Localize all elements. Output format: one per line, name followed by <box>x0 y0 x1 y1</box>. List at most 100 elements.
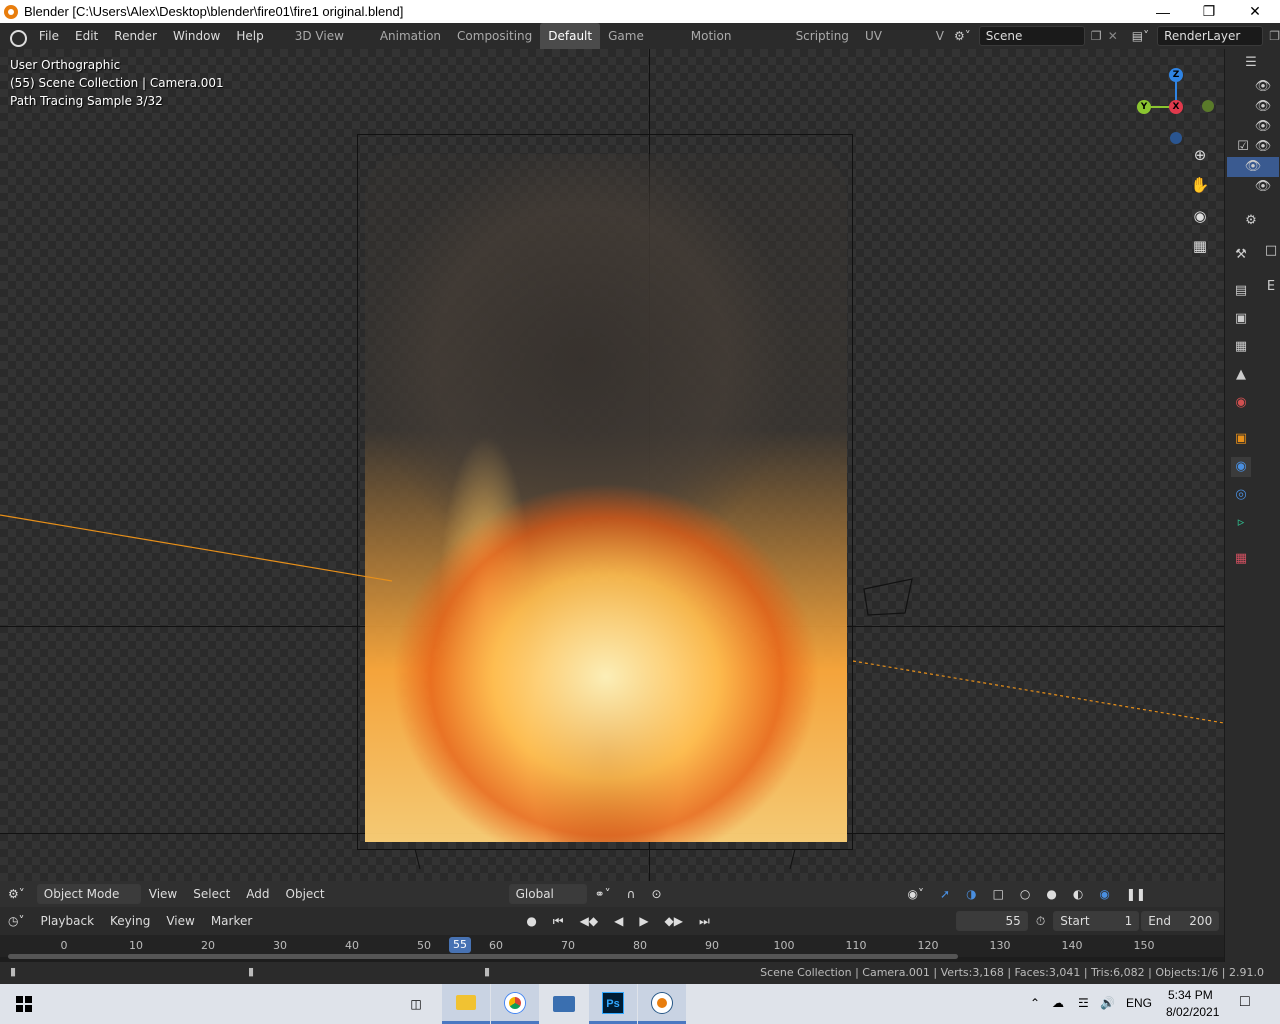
photoshop-icon[interactable]: Ps <box>589 984 637 1024</box>
view-menu[interactable]: View <box>141 887 185 901</box>
render-layer-icon[interactable]: ▤˅ <box>1132 29 1149 43</box>
scene-icon[interactable]: ⚙˅ <box>954 29 971 43</box>
panel-tab-e[interactable]: E <box>1261 277 1280 297</box>
tab-animation[interactable]: Animation <box>372 23 449 49</box>
gizmo-toggle-icon[interactable]: ➚ <box>932 887 958 901</box>
task-view-icon[interactable]: ◫ <box>392 984 440 1024</box>
object-properties-icon[interactable]: ▣ <box>1231 429 1251 449</box>
gizmo-y-icon[interactable]: Y <box>1137 100 1151 114</box>
tab-uv-editing[interactable]: UV Editing <box>857 23 932 69</box>
new-scene-icon[interactable]: ❐ <box>1091 29 1102 43</box>
menu-file[interactable]: File <box>31 23 67 49</box>
onedrive-icon[interactable]: ☁ <box>1052 996 1064 1010</box>
object-menu[interactable]: Object <box>278 887 333 901</box>
tab-3d-view-full[interactable]: 3D View Full <box>287 23 372 69</box>
tab-motion-tracking[interactable]: Motion Tracking <box>683 23 788 69</box>
overlay-toggle-icon[interactable]: ◑ <box>958 887 984 901</box>
modifier-properties-icon[interactable]: ◉ <box>1231 457 1251 477</box>
windows-start-icon[interactable] <box>0 984 48 1024</box>
restore-button[interactable]: ❐ <box>1186 0 1232 23</box>
blender-taskbar-icon[interactable] <box>638 984 686 1024</box>
gizmo-neg-z-icon[interactable] <box>1170 132 1182 144</box>
shading-solid-icon[interactable]: ● <box>1038 887 1064 901</box>
end-frame-field[interactable]: End 200 <box>1141 911 1220 931</box>
shading-material-icon[interactable]: ◐ <box>1065 887 1091 901</box>
close-button[interactable]: ✕ <box>1232 0 1278 23</box>
output-properties-icon[interactable]: ▣ <box>1231 309 1251 329</box>
scene-field[interactable]: Scene <box>978 26 1085 46</box>
snap-icon[interactable]: ∩ <box>619 887 644 901</box>
tray-expand-icon[interactable]: ⌃ <box>1030 996 1040 1010</box>
eye-icon[interactable]: 👁 <box>1253 137 1273 157</box>
notifications-icon[interactable]: □ <box>1240 993 1250 1011</box>
menu-render[interactable]: Render <box>106 23 165 49</box>
menu-window[interactable]: Window <box>165 23 228 49</box>
app-icon[interactable] <box>540 984 588 1024</box>
outliner-editor-icon[interactable]: ☰ <box>1241 53 1261 73</box>
constraints-properties-icon[interactable]: ▹ <box>1231 513 1251 533</box>
gizmo-neg-x-icon[interactable] <box>1202 100 1214 112</box>
proportional-edit-icon[interactable]: ⊙ <box>643 887 669 901</box>
3d-viewport[interactable]: User Orthographic (55) Scene Collection … <box>0 49 1224 881</box>
eye-icon[interactable]: 👁 <box>1253 117 1273 137</box>
wifi-icon[interactable]: ☲ <box>1078 996 1089 1010</box>
shading-rendered-icon[interactable]: ◉ <box>1091 887 1117 901</box>
current-frame-field[interactable]: 55 <box>955 911 1028 931</box>
stopwatch-icon[interactable]: ⏱ <box>1028 914 1053 929</box>
tab-compositing[interactable]: Compositing <box>449 23 540 49</box>
remove-scene-icon[interactable]: ✕ <box>1108 29 1118 43</box>
minimize-button[interactable]: — <box>1140 0 1186 23</box>
navigation-gizmo[interactable]: Z Y X <box>1114 57 1214 144</box>
clock-time[interactable]: 5:34 PM <box>1168 988 1213 1002</box>
select-menu[interactable]: Select <box>185 887 238 901</box>
play-reverse-icon[interactable]: ◀ <box>606 914 631 928</box>
marker-menu[interactable]: Marker <box>203 914 260 928</box>
zoom-icon[interactable]: ⊕ <box>1190 145 1210 165</box>
menu-edit[interactable]: Edit <box>67 23 106 49</box>
blender-menu-icon[interactable] <box>8 27 27 47</box>
start-frame-field[interactable]: Start 1 <box>1053 911 1140 931</box>
language-indicator[interactable]: ENG <box>1126 996 1152 1010</box>
play-icon[interactable]: ▶ <box>631 914 656 928</box>
volume-icon[interactable]: 🔊 <box>1100 996 1115 1010</box>
mode-select[interactable]: Object Mode <box>36 884 141 904</box>
new-layer-icon[interactable]: ❐ <box>1269 29 1280 43</box>
eye-icon[interactable]: 👁 <box>1253 177 1273 197</box>
texture-properties-icon[interactable]: ▦ <box>1231 549 1251 569</box>
scene-properties-icon[interactable]: ▲ <box>1231 365 1251 385</box>
gizmo-z-icon[interactable]: Z <box>1169 68 1183 82</box>
visibility-icon[interactable]: ◉˅ <box>900 887 932 901</box>
xray-icon[interactable]: □ <box>985 887 1012 901</box>
clock-date[interactable]: 8/02/2021 <box>1166 1005 1219 1019</box>
timeline-scrollbar[interactable] <box>8 954 958 959</box>
properties-editor-icon[interactable]: ⚙ <box>1241 211 1261 231</box>
camera-view-icon[interactable]: ◉ <box>1190 206 1210 226</box>
eye-icon-selected[interactable]: 👁 <box>1227 157 1279 177</box>
eye-icon[interactable]: 👁 <box>1253 97 1273 117</box>
keying-menu[interactable]: Keying <box>102 914 158 928</box>
ortho-grid-icon[interactable]: ▦ <box>1190 236 1210 256</box>
checkbox-icon[interactable]: ☑ <box>1233 137 1253 157</box>
render-layer-field[interactable]: RenderLayer <box>1157 26 1264 46</box>
playhead[interactable]: 55 <box>449 937 471 953</box>
next-keyframe-icon[interactable]: ◆▶ <box>657 914 691 928</box>
record-icon[interactable]: ● <box>518 914 544 928</box>
tab-game-logic[interactable]: Game Logic <box>600 23 683 69</box>
prev-keyframe-icon[interactable]: ◀◆ <box>572 914 606 928</box>
tab-scripting[interactable]: Scripting <box>788 23 857 49</box>
editor-type-icon[interactable]: ⚙˅ <box>0 887 33 901</box>
physics-properties-icon[interactable]: ◎ <box>1231 485 1251 505</box>
playback-menu[interactable]: Playback <box>32 914 102 928</box>
panel-tab-icon[interactable]: □ <box>1261 241 1280 261</box>
chrome-icon[interactable] <box>491 984 539 1024</box>
render-properties-icon[interactable]: ▤ <box>1231 281 1251 301</box>
gizmo-x-icon[interactable]: X <box>1169 100 1183 114</box>
timeline-editor-icon[interactable]: ◷˅ <box>0 914 32 928</box>
menu-help[interactable]: Help <box>228 23 271 49</box>
world-properties-icon[interactable]: ◉ <box>1231 393 1251 413</box>
tab-default[interactable]: Default <box>540 23 601 49</box>
pivot-icon[interactable]: ⚭˅ <box>587 887 619 901</box>
file-explorer-icon[interactable] <box>442 984 490 1024</box>
pan-hand-icon[interactable]: ✋ <box>1190 175 1210 195</box>
orientation-select[interactable]: Global <box>508 884 587 904</box>
